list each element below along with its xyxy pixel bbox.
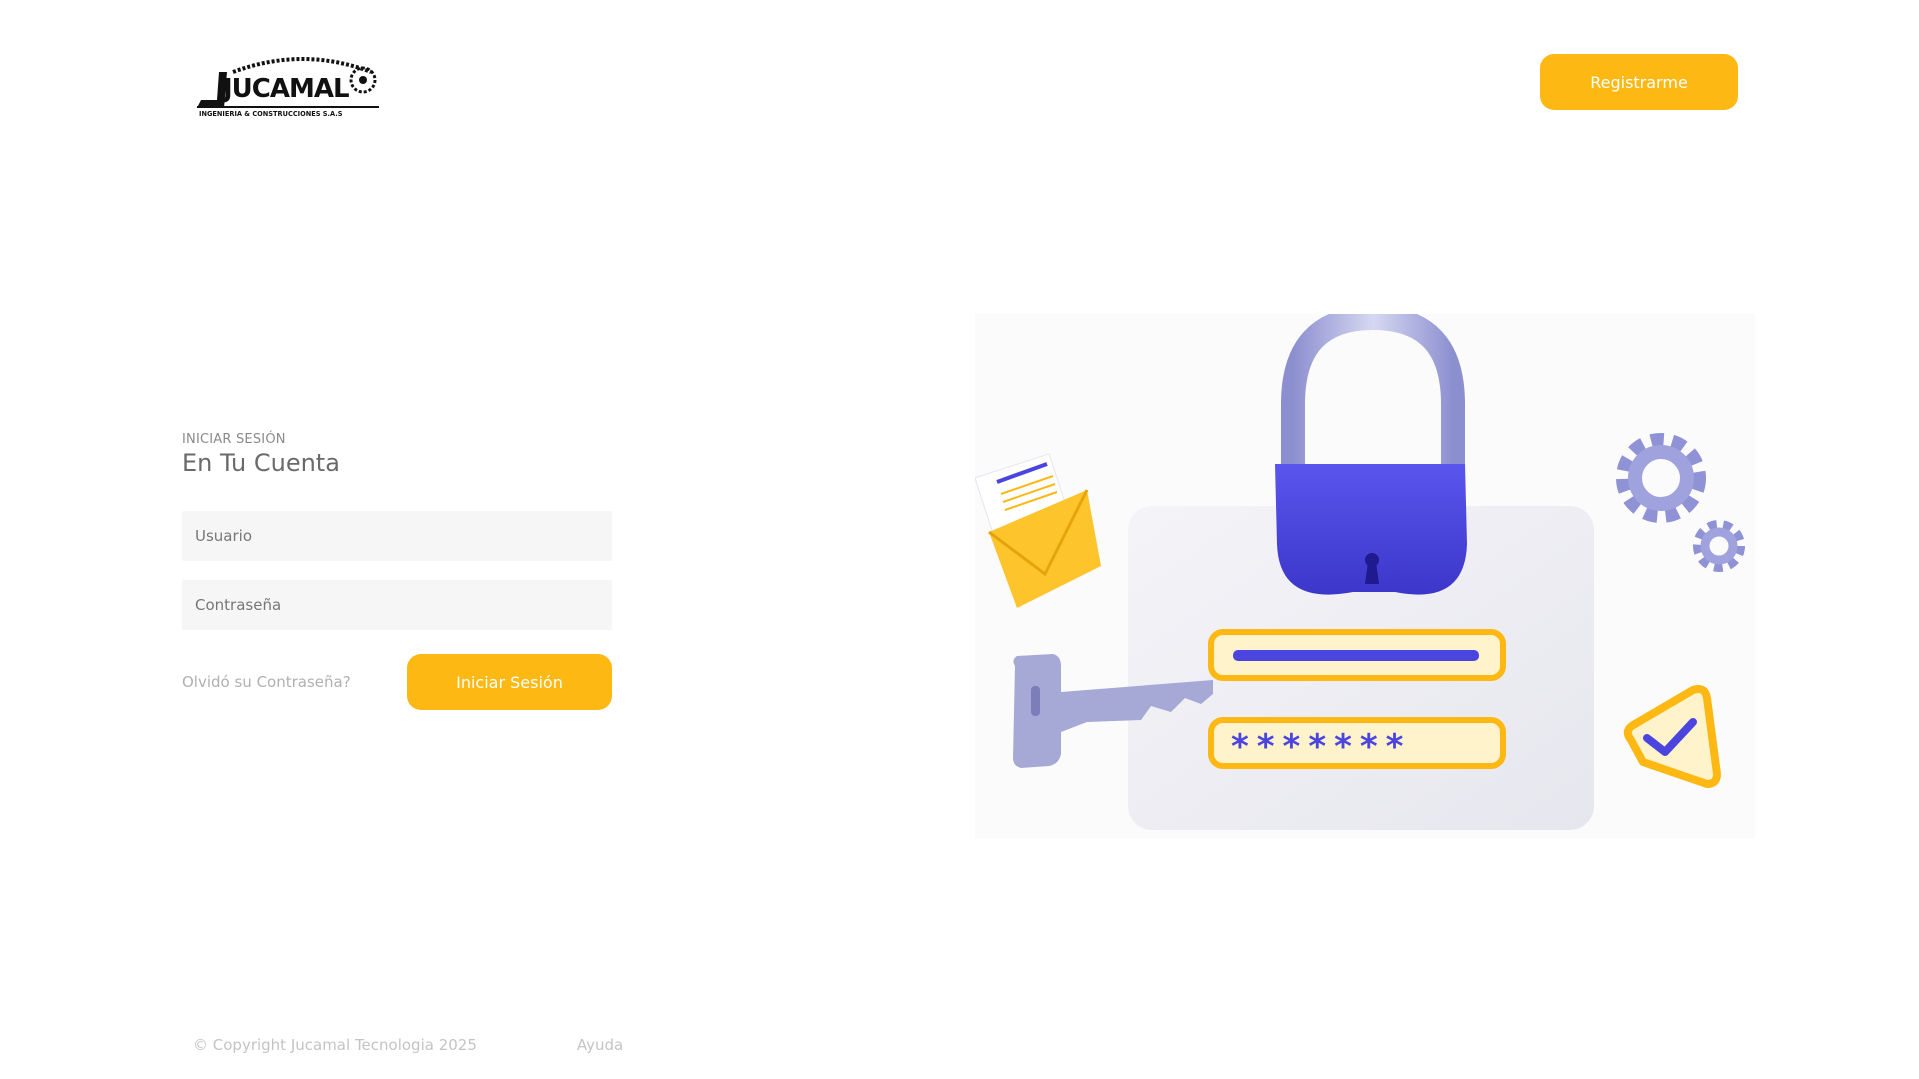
password-field-graphic: ******* [1208,717,1506,769]
password-input[interactable] [182,580,612,630]
help-link[interactable]: Ayuda [577,1036,623,1054]
login-title: En Tu Cuenta [182,449,340,477]
login-actions: Olvidó su Contraseña? Iniciar Sesión [182,654,612,710]
envelope-icon [975,453,1101,608]
username-field-graphic [1208,629,1506,681]
login-eyebrow: INICIAR SESIÓN [182,432,286,447]
jucamal-logo-icon: JUCAMAL INGENIERIA & CONSTRUCCIONES S.A.… [197,57,379,118]
check-triangle-icon [1623,685,1721,788]
footer: © Copyright Jucamal Tecnologia 2025 Ayud… [193,1036,623,1054]
gear-icon [1616,433,1745,572]
brand-wordmark: JUCAMAL [221,74,349,104]
forgot-password-link[interactable]: Olvidó su Contraseña? [182,673,351,691]
login-form: INICIAR SESIÓN En Tu Cuenta Olvidó su Co… [182,432,612,710]
password-mask: ******* [1231,727,1411,767]
register-button[interactable]: Registrarme [1540,54,1738,110]
username-input[interactable] [182,511,612,561]
brand-tagline: INGENIERIA & CONSTRUCCIONES S.A.S [199,110,343,118]
login-submit-button[interactable]: Iniciar Sesión [407,654,612,710]
padlock-icon [1275,314,1467,595]
copyright-text: © Copyright Jucamal Tecnologia 2025 [193,1036,477,1054]
brand-logo[interactable]: JUCAMAL INGENIERIA & CONSTRUCCIONES S.A.… [193,50,383,118]
login-security-illustration: ******* [975,314,1745,830]
security-illustration: ******* [975,314,1755,838]
